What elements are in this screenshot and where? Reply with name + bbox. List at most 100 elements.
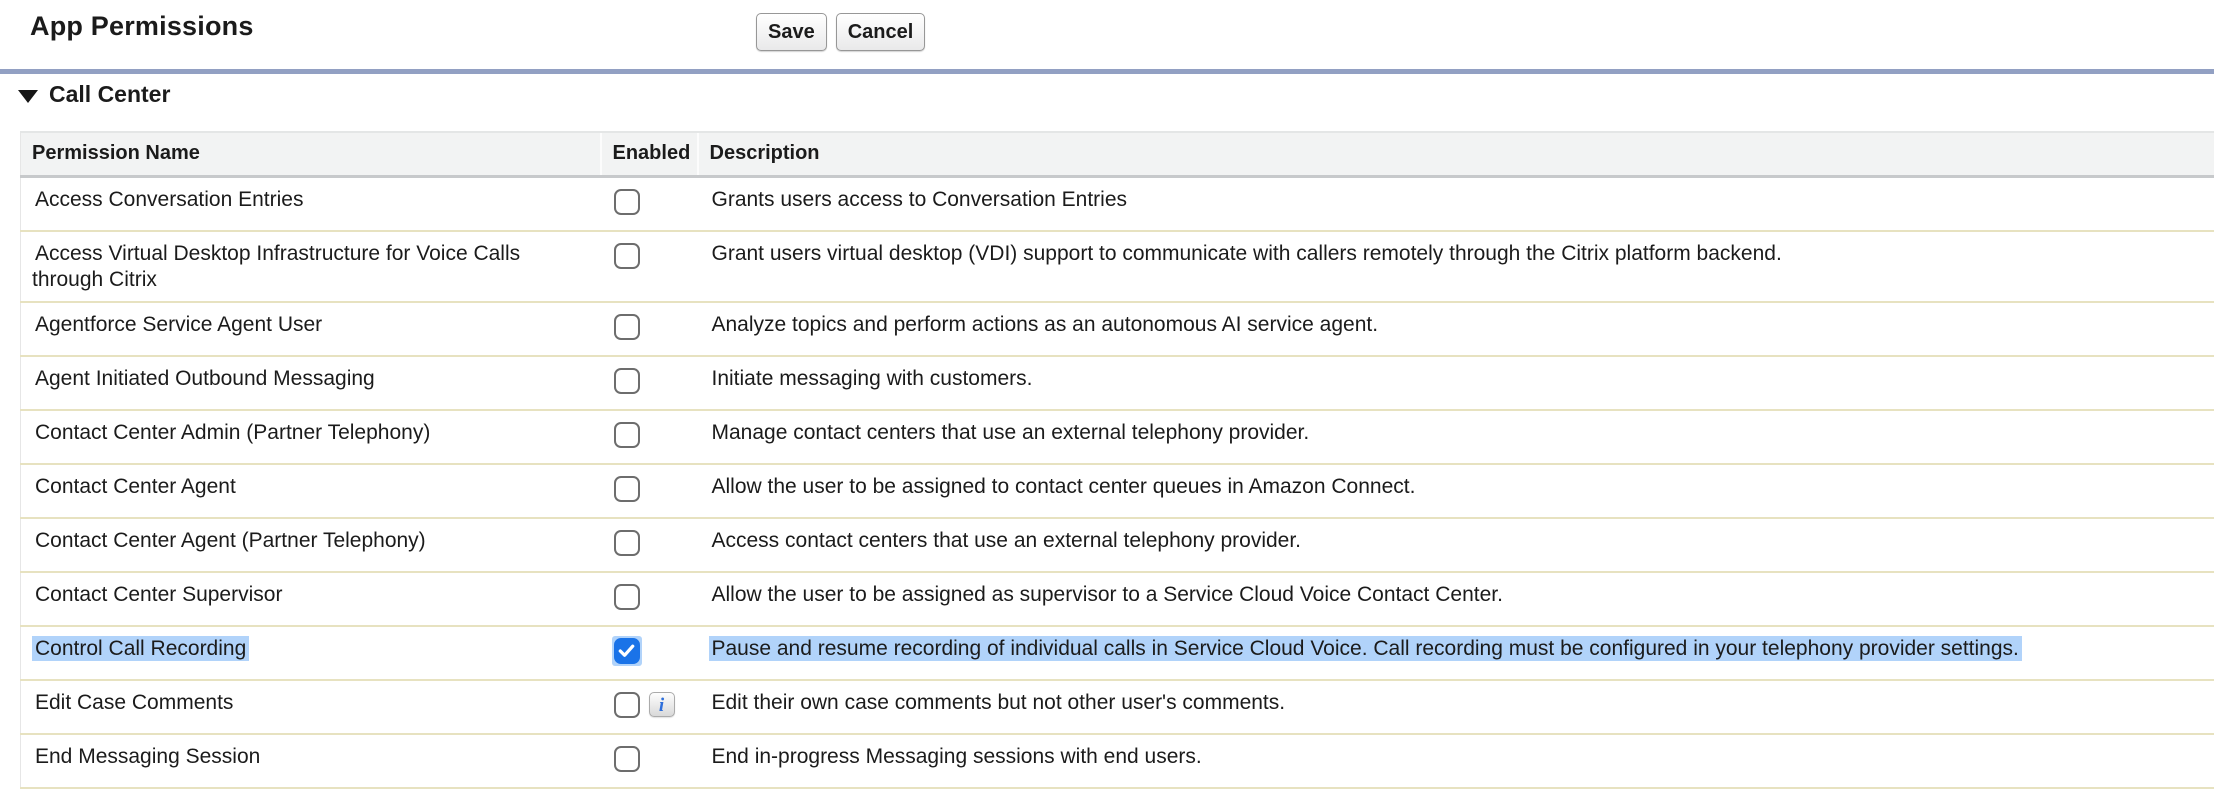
permission-name-cell: Contact Center Agent (Partner Telephony) xyxy=(21,518,601,572)
permission-description: Analyze topics and perform actions as an… xyxy=(709,312,1382,337)
enabled-cell xyxy=(601,518,698,572)
permission-row: End Messaging Session End in-progress Me… xyxy=(21,734,2214,788)
save-button[interactable]: Save xyxy=(756,13,827,51)
enabled-cell xyxy=(601,176,698,231)
enabled-cell xyxy=(601,626,698,680)
permission-description: End in-progress Messaging sessions with … xyxy=(709,744,1205,769)
permission-row: Access Virtual Desktop Infrastructure fo… xyxy=(21,231,2214,302)
enabled-checkbox[interactable] xyxy=(614,584,640,610)
permission-name-cell: End Messaging Session xyxy=(21,734,601,788)
enabled-checkbox[interactable] xyxy=(614,422,640,448)
enabled-checkbox[interactable] xyxy=(614,692,640,718)
permission-name: Contact Center Supervisor xyxy=(32,582,285,607)
enabled-cell xyxy=(601,572,698,626)
permission-row: Access Conversation Entries Grants users… xyxy=(21,176,2214,231)
permission-description: Edit their own case comments but not oth… xyxy=(709,690,1289,715)
enabled-cell xyxy=(601,302,698,356)
checkbox-wrap xyxy=(612,474,642,504)
permission-description-cell: Access contact centers that use an exter… xyxy=(698,518,2214,572)
permission-description-cell: Grant users virtual desktop (VDI) suppor… xyxy=(698,231,2214,302)
action-buttons: Save Cancel xyxy=(756,13,925,51)
permission-name-cell: Access Virtual Desktop Infrastructure fo… xyxy=(21,231,601,302)
permission-name: Access Conversation Entries xyxy=(32,187,306,212)
permissions-table-body: Access Conversation Entries Grants users… xyxy=(21,176,2214,788)
enabled-checkbox[interactable] xyxy=(614,638,640,664)
enabled-cell xyxy=(601,734,698,788)
column-header-permission-name: Permission Name xyxy=(21,132,601,176)
cancel-button[interactable]: Cancel xyxy=(836,13,926,51)
permission-description-cell: Grants users access to Conversation Entr… xyxy=(698,176,2214,231)
permission-name-cell: Contact Center Supervisor xyxy=(21,572,601,626)
checkbox-wrap xyxy=(612,187,642,217)
enabled-cell: i xyxy=(601,680,698,734)
enabled-cell xyxy=(601,464,698,518)
permission-row: Contact Center Admin (Partner Telephony)… xyxy=(21,410,2214,464)
permission-description-cell: Allow the user to be assigned to contact… xyxy=(698,464,2214,518)
permission-name: Agentforce Service Agent User xyxy=(32,312,325,337)
checkbox-wrap xyxy=(612,366,642,396)
permission-name: Edit Case Comments xyxy=(32,690,236,715)
checkbox-wrap xyxy=(612,636,642,666)
permission-name-cell: Contact Center Admin (Partner Telephony) xyxy=(21,410,601,464)
permission-name: Access Virtual Desktop Infrastructure fo… xyxy=(32,241,520,292)
permission-row: Control Call Recording Pause and resume … xyxy=(21,626,2214,680)
column-header-description: Description xyxy=(698,132,2214,176)
permission-description: Grants users access to Conversation Entr… xyxy=(709,187,1131,212)
permission-description: Allow the user to be assigned as supervi… xyxy=(709,582,1506,607)
checkbox-wrap xyxy=(612,582,642,612)
app-permissions-page: App Permissions Save Cancel Call Center … xyxy=(0,0,2214,690)
enabled-cell xyxy=(601,356,698,410)
permission-row: Contact Center Supervisor Allow the user… xyxy=(21,572,2214,626)
enabled-checkbox[interactable] xyxy=(614,314,640,340)
permission-name-cell: Agent Initiated Outbound Messaging xyxy=(21,356,601,410)
checkbox-wrap xyxy=(612,241,642,271)
permission-name: Contact Center Agent (Partner Telephony) xyxy=(32,528,429,553)
permission-description-cell: Manage contact centers that use an exter… xyxy=(698,410,2214,464)
permission-row: Contact Center Agent (Partner Telephony)… xyxy=(21,518,2214,572)
triangle-down-icon[interactable] xyxy=(18,90,38,103)
permission-name: Control Call Recording xyxy=(32,636,249,661)
permission-name-cell: Access Conversation Entries xyxy=(21,176,601,231)
enabled-checkbox[interactable] xyxy=(614,476,640,502)
permission-row: Agent Initiated Outbound Messaging Initi… xyxy=(21,356,2214,410)
permission-description-cell: Initiate messaging with customers. xyxy=(698,356,2214,410)
permission-name-cell: Contact Center Agent xyxy=(21,464,601,518)
enabled-checkbox[interactable] xyxy=(614,189,640,215)
enabled-checkbox[interactable] xyxy=(614,530,640,556)
permission-description: Access contact centers that use an exter… xyxy=(709,528,1305,553)
permission-description: Manage contact centers that use an exter… xyxy=(709,420,1313,445)
permission-name: End Messaging Session xyxy=(32,744,263,769)
section-header-call-center[interactable]: Call Center xyxy=(18,81,170,108)
permission-description-cell: Pause and resume recording of individual… xyxy=(698,626,2214,680)
section-divider-bar xyxy=(0,69,2214,74)
info-icon-button[interactable]: i xyxy=(649,692,675,717)
page-title: App Permissions xyxy=(30,11,254,42)
enabled-checkbox[interactable] xyxy=(614,243,640,269)
permission-row: Edit Case Comments i Edit their own case… xyxy=(21,680,2214,734)
permission-description-cell: Allow the user to be assigned as supervi… xyxy=(698,572,2214,626)
permission-description: Initiate messaging with customers. xyxy=(709,366,1036,391)
checkbox-wrap xyxy=(612,744,642,774)
column-header-enabled: Enabled xyxy=(601,132,698,176)
permission-description: Pause and resume recording of individual… xyxy=(709,636,2022,661)
permission-description: Allow the user to be assigned to contact… xyxy=(709,474,1419,499)
permission-description: Grant users virtual desktop (VDI) suppor… xyxy=(709,241,1785,266)
permission-row: Contact Center Agent Allow the user to b… xyxy=(21,464,2214,518)
info-icon: i xyxy=(659,695,664,716)
permission-row: Agentforce Service Agent User Analyze to… xyxy=(21,302,2214,356)
checkbox-wrap xyxy=(612,420,642,450)
permission-name: Contact Center Admin (Partner Telephony) xyxy=(32,420,433,445)
permission-name-cell: Edit Case Comments xyxy=(21,680,601,734)
permission-description-cell: End in-progress Messaging sessions with … xyxy=(698,734,2214,788)
section-title: Call Center xyxy=(49,81,170,108)
enabled-checkbox[interactable] xyxy=(614,368,640,394)
enabled-checkbox[interactable] xyxy=(614,746,640,772)
permission-description-cell: Analyze topics and perform actions as an… xyxy=(698,302,2214,356)
checkbox-wrap xyxy=(612,690,642,720)
permission-name-cell: Control Call Recording xyxy=(21,626,601,680)
permission-description-cell: Edit their own case comments but not oth… xyxy=(698,680,2214,734)
permission-name: Agent Initiated Outbound Messaging xyxy=(32,366,378,391)
enabled-cell xyxy=(601,231,698,302)
checkbox-wrap xyxy=(612,528,642,558)
enabled-cell xyxy=(601,410,698,464)
